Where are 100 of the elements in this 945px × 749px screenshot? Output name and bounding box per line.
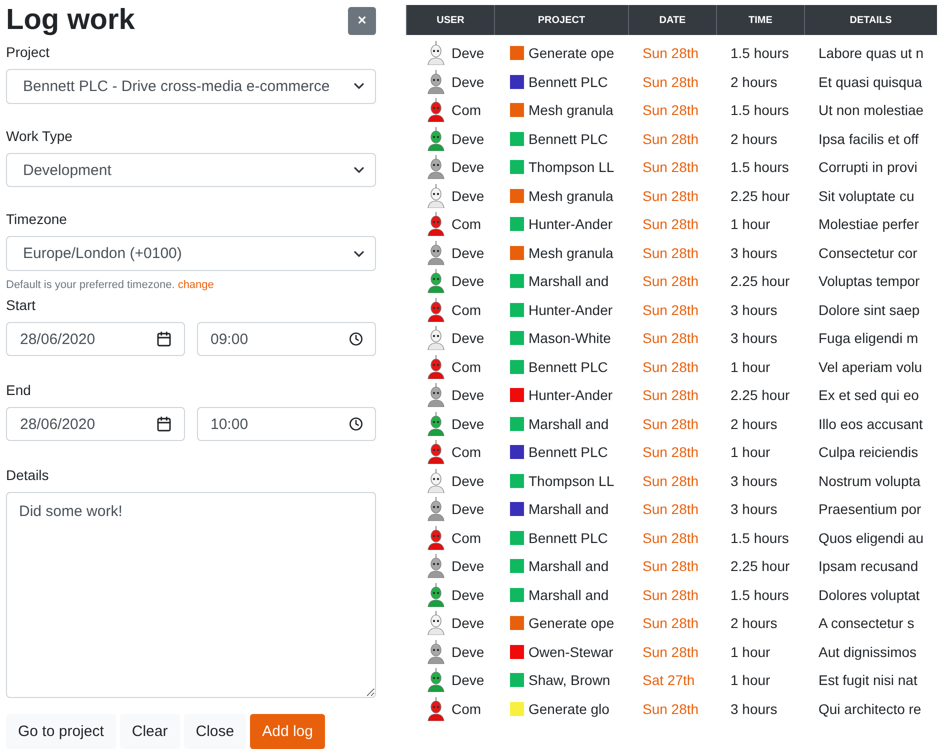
select-field[interactable]: Bennett PLC - Drive cross-media e-commerce: [6, 68, 376, 104]
time-text: 1 hour: [730, 216, 770, 232]
action-button[interactable]: Clear: [120, 714, 180, 749]
time-field[interactable]: 10:00: [196, 407, 376, 442]
details-text: Dolore sint saep: [818, 302, 920, 318]
column-header: TIME: [716, 5, 804, 35]
user-name: Deve: [452, 130, 484, 147]
clock-icon: [349, 332, 363, 346]
date-text: Sun 28th: [642, 244, 699, 261]
details-text: Corrupti in provi: [818, 159, 918, 176]
robot-icon: [424, 155, 446, 180]
user-name: Deve: [452, 586, 484, 603]
robot-icon: [424, 554, 446, 578]
field-label: Work Type: [6, 128, 74, 144]
date-text: Sun 28th: [642, 615, 699, 632]
time-text: 1 hour: [730, 444, 770, 460]
user-name: Deve: [452, 74, 484, 90]
date-text: Sun 28th: [642, 530, 699, 546]
time-text: 3 hours: [730, 700, 778, 717]
select-field[interactable]: Development: [6, 152, 376, 188]
user-name: Deve: [452, 159, 484, 176]
time-text: 3 hours: [730, 330, 778, 346]
time-text: 2 hours: [730, 130, 778, 147]
details-text: Vel aperiam volu: [818, 358, 922, 375]
date-field[interactable]: 28/06/2020: [6, 407, 184, 442]
details-field[interactable]: Did some work!: [6, 492, 376, 698]
date-field[interactable]: 28/06/2020: [6, 322, 184, 356]
user-name: Deve: [452, 244, 484, 261]
project-name: Marshall and: [528, 558, 609, 574]
details-text: Labore quas ut n: [818, 45, 924, 62]
details-text: Dolores voluptat: [818, 586, 920, 603]
date-text: Sun 28th: [642, 501, 699, 518]
field-label: Start: [6, 297, 37, 314]
project-name: Bennett PLC: [528, 444, 608, 460]
robot-icon: [424, 468, 446, 493]
time-text: 1.5 hours: [730, 102, 789, 118]
date-text: Sun 28th: [642, 273, 699, 290]
user-name: Deve: [452, 501, 484, 518]
project-name: Hunter-Ander: [528, 387, 613, 404]
project-name: Generate ope: [528, 45, 614, 62]
user-name: Deve: [452, 330, 484, 346]
details-text: Est fugit nisi nat: [818, 672, 918, 688]
details-text: Qui architecto re: [818, 700, 922, 717]
date-text: Sun 28th: [642, 74, 699, 90]
project-name: Marshall and: [528, 586, 609, 603]
date-text: Sun 28th: [642, 45, 699, 62]
project-name: Marshall and: [528, 273, 609, 290]
date-text: Sat 27th: [642, 672, 695, 688]
project-name: Hunter-Ander: [528, 302, 613, 318]
project-name: Generate ope: [528, 615, 614, 632]
select-field[interactable]: Europe/London (+0100): [6, 236, 376, 272]
project-name: Thompson LL: [528, 472, 614, 489]
details-text: Sit voluptate cu: [818, 188, 914, 204]
field-label: Project: [6, 44, 51, 60]
time-field[interactable]: 09:00: [196, 322, 376, 356]
date-text: Sun 28th: [642, 387, 699, 404]
project-name: Mesh granula: [528, 102, 614, 118]
details-text: A consectetur s: [818, 615, 914, 632]
robot-icon: [424, 184, 446, 208]
details-text: Ex et sed qui eo: [818, 387, 919, 404]
date-text: Sun 28th: [642, 586, 699, 603]
action-button[interactable]: Close: [184, 714, 246, 749]
details-text: Nostrum volupta: [818, 472, 920, 489]
robot-icon: [424, 98, 446, 122]
project-name: Owen-Stewar: [528, 644, 614, 660]
robot-icon: [424, 212, 446, 236]
details-text: Culpa reiciendis: [818, 444, 918, 460]
project-name: Bennett PLC: [528, 74, 608, 90]
user-name: Com: [452, 700, 482, 717]
project-name: Bennett PLC: [528, 530, 608, 546]
column-header: DETAILS: [804, 5, 936, 35]
details-text: Molestiae perfer: [818, 216, 919, 232]
date-text: Sun 28th: [642, 188, 699, 204]
time-text: 2.25 hour: [730, 188, 790, 204]
user-name: Com: [452, 444, 482, 460]
details-text: Ipsa facilis et off: [818, 130, 919, 147]
robot-icon: [424, 696, 446, 721]
project-name: Bennett PLC: [528, 130, 608, 147]
project-name: Hunter-Ander: [528, 216, 613, 232]
close-button[interactable]: ×: [348, 6, 376, 35]
time-text: 2 hours: [730, 416, 778, 432]
time-text: 3 hours: [730, 472, 778, 489]
robot-icon: [424, 668, 446, 692]
robot-icon: [424, 70, 446, 94]
action-button[interactable]: Go to project: [6, 714, 116, 749]
date-text: Sun 28th: [642, 472, 699, 489]
column-header: USER: [406, 5, 494, 35]
time-text: 3 hours: [730, 302, 778, 318]
date-text: Sun 28th: [642, 558, 699, 574]
date-text: Sun 28th: [642, 700, 699, 717]
project-name: Generate glo: [528, 700, 610, 717]
details-text: Quos eligendi au: [818, 530, 924, 546]
details-text: Aut dignissimos: [818, 644, 917, 660]
form-title: Log work: [6, 4, 135, 38]
user-name: Deve: [452, 672, 484, 688]
date-text: Sun 28th: [642, 159, 699, 176]
date-text: Sun 28th: [642, 216, 699, 232]
calendar-icon: [156, 416, 172, 432]
user-name: Deve: [452, 558, 484, 574]
user-name: Deve: [452, 188, 484, 204]
